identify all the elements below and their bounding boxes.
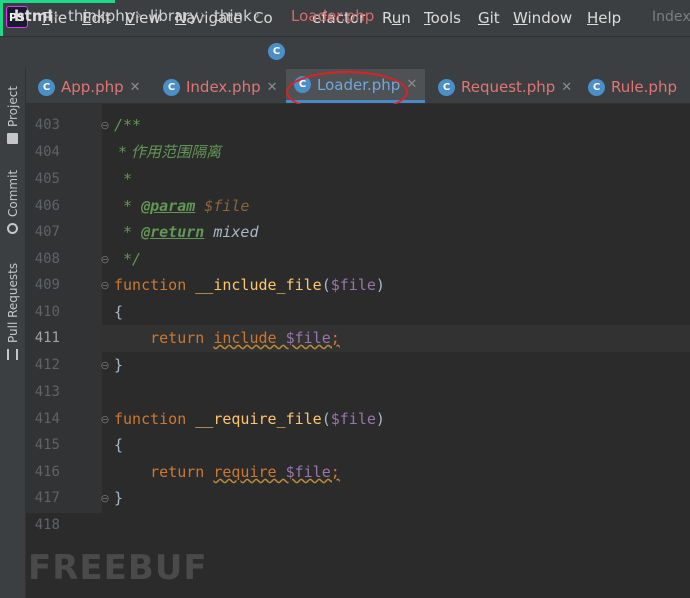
sidebar-tab-commit[interactable]: Commit [3, 164, 23, 234]
line-number: 417 [34, 490, 60, 506]
breadcrumb-item-html[interactable]: html [14, 7, 53, 25]
chevron-right-icon: › [200, 6, 206, 24]
menu-git[interactable]: Git [478, 8, 500, 28]
close-icon[interactable]: ✕ [267, 80, 278, 95]
tab-index-php[interactable]: C Index.php ✕ [155, 69, 286, 105]
close-icon[interactable]: ✕ [561, 80, 572, 95]
code-line[interactable]: { [114, 299, 123, 326]
tab-label: App.php [61, 78, 124, 96]
fold-marker-icon[interactable]: ⊖ [100, 120, 110, 131]
code-line[interactable]: * [114, 166, 132, 193]
tab-request-php[interactable]: C Request.php ✕ [430, 69, 580, 105]
commit-icon [7, 223, 19, 234]
line-number: 404 [34, 144, 60, 160]
line-number: 416 [34, 464, 60, 480]
window-accent-top [3, 0, 115, 3]
class-c-icon: C [268, 43, 285, 60]
code-line[interactable]: } [114, 352, 123, 379]
line-number: 408 [34, 251, 60, 267]
line-number-current: 411 [34, 330, 60, 346]
sidebar-tab-label: Commit [6, 169, 20, 217]
line-number: 409 [34, 277, 60, 293]
code-line[interactable]: /** [114, 112, 141, 139]
class-c-icon: C [438, 78, 455, 96]
sidebar-tab-pull-requests[interactable]: Pull Requests [3, 258, 23, 360]
class-c-icon: C [38, 78, 55, 96]
code-line-current[interactable]: return include $file; [114, 325, 340, 352]
tab-rule-php[interactable]: C Rule.php [580, 69, 685, 105]
menu-run[interactable]: Run [382, 8, 411, 28]
code-line[interactable]: function __require_file($file) [114, 406, 385, 433]
code-line[interactable]: } [114, 485, 123, 512]
line-number: 413 [34, 384, 60, 400]
line-number: 406 [34, 198, 60, 214]
fold-marker-icon[interactable]: ⊖ [100, 254, 110, 265]
fold-marker-icon[interactable]: ⊖ [100, 280, 110, 291]
freebuf-watermark: FREEBUF [28, 548, 208, 588]
menu-tools[interactable]: Tools [424, 8, 461, 28]
menu-help[interactable]: Help [587, 8, 621, 28]
tab-label: Rule.php [611, 78, 677, 96]
class-c-icon: C [163, 78, 180, 96]
fold-marker-icon[interactable]: ⊖ [100, 414, 110, 425]
breadcrumb-item-thinkphp[interactable]: thinkphp [68, 7, 134, 25]
breadcrumb-item-library[interactable]: library [150, 7, 198, 25]
sidebar-tab-label: Pull Requests [6, 262, 20, 343]
window-accent-edge [0, 0, 3, 36]
class-c-icon: C [588, 78, 605, 96]
fold-marker-icon[interactable]: ⊖ [100, 493, 110, 504]
sidebar-tab-label: Project [6, 85, 20, 127]
close-icon[interactable]: ✕ [406, 77, 417, 92]
tab-label: Request.php [461, 78, 556, 96]
chevron-right-icon: › [254, 6, 260, 24]
tab-label: Index.php [186, 78, 261, 96]
chevron-right-icon: › [136, 6, 142, 24]
line-number: 418 [34, 517, 60, 533]
fold-marker-icon[interactable]: ⊖ [100, 360, 110, 371]
code-line[interactable]: * @return mixed [114, 219, 258, 246]
code-line[interactable]: { [114, 432, 123, 459]
breadcrumb-item-file[interactable]: Loader.php [291, 7, 374, 25]
code-line[interactable]: * 作用范围隔离 [114, 139, 221, 166]
line-number: 403 [34, 117, 60, 133]
line-number: 412 [34, 357, 60, 373]
tab-app-php[interactable]: C App.php ✕ [30, 69, 149, 105]
breadcrumb [0, 36, 690, 68]
folder-icon [7, 133, 19, 144]
close-icon[interactable]: ✕ [130, 80, 141, 95]
line-number: 405 [34, 171, 60, 187]
project-title: Index [652, 9, 690, 25]
line-number: 415 [34, 437, 60, 453]
code-line[interactable]: return require $file; [114, 459, 340, 486]
breadcrumb-item-think[interactable]: think [214, 7, 252, 25]
sidebar-tab-project[interactable]: Project [3, 76, 23, 144]
chevron-right-icon: › [53, 6, 59, 24]
line-number: 410 [34, 304, 60, 320]
menu-window[interactable]: Window [513, 8, 572, 28]
code-line[interactable]: * @param $file [114, 193, 249, 220]
code-line[interactable]: function __include_file($file) [114, 272, 385, 299]
pull-request-icon [7, 349, 19, 360]
line-number: 414 [34, 411, 60, 427]
code-line[interactable]: */ [114, 246, 141, 273]
line-number: 407 [34, 224, 60, 240]
